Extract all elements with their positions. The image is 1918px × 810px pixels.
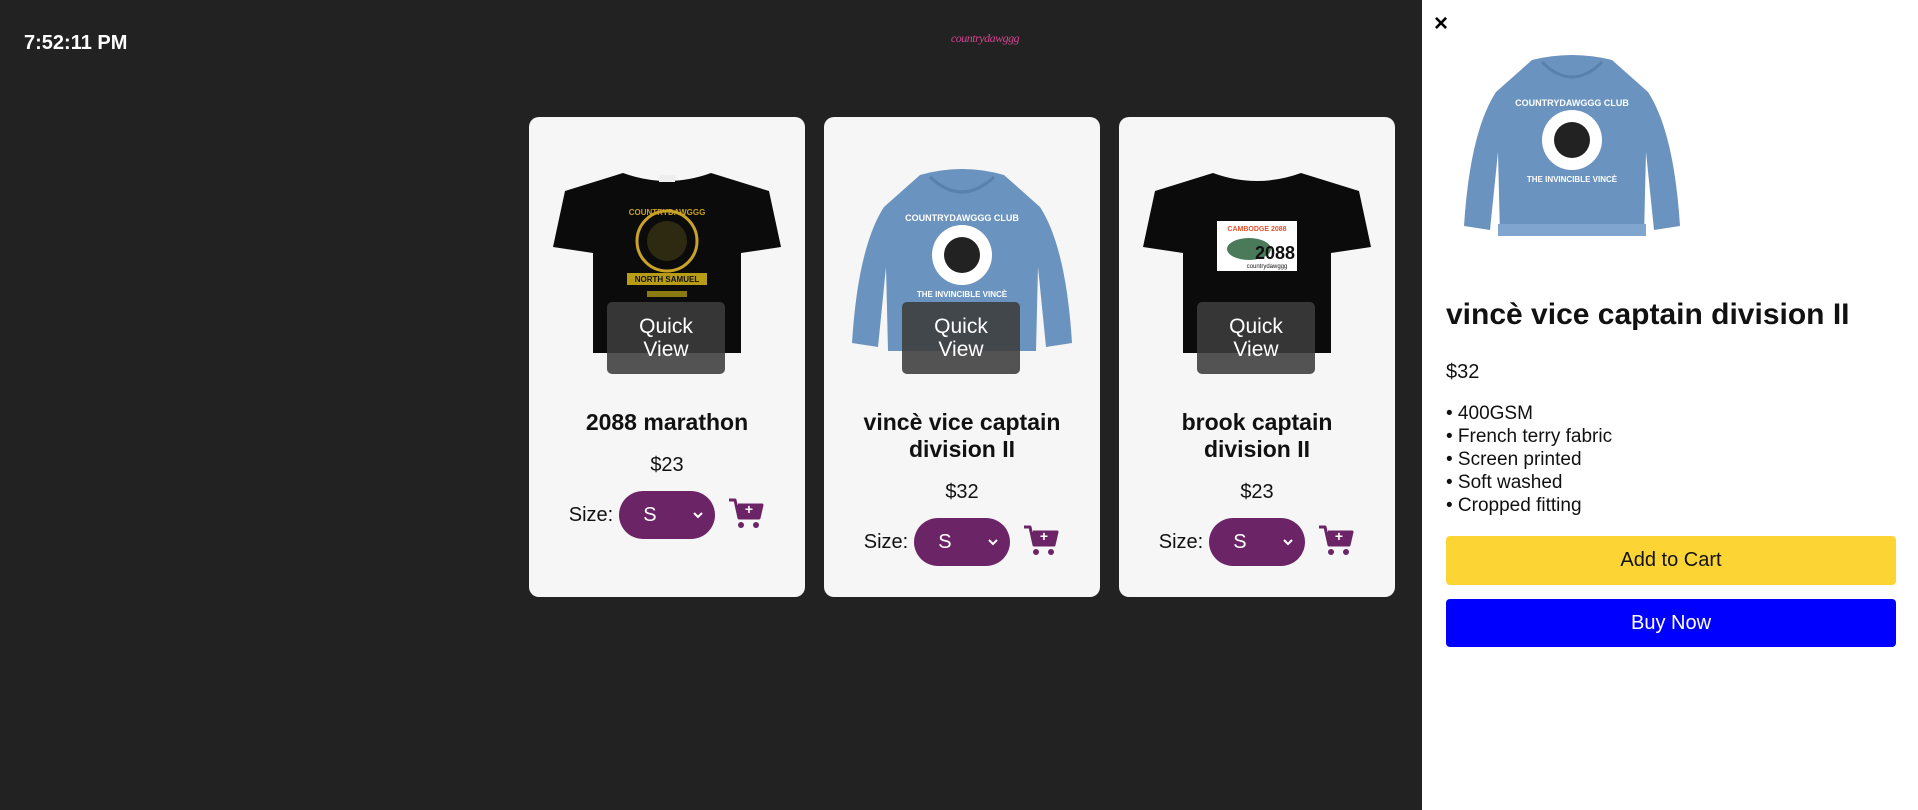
panel-product-title: vincè vice captain division II (1446, 298, 1850, 331)
product-price: $23 (1240, 481, 1274, 503)
product-info: 2088 marathon $23 Size: S + (529, 409, 805, 539)
size-select[interactable]: S (1209, 518, 1306, 566)
quick-view-panel: × COUNTRYDAWGGG CLUB THE INVINCIBLE VINC… (1422, 0, 1918, 810)
chevron-down-icon (1283, 539, 1293, 546)
product-price: $23 (650, 454, 684, 476)
quick-view-button[interactable]: Quick View (902, 302, 1020, 374)
buy-now-button[interactable]: Buy Now (1446, 599, 1896, 647)
quick-view-button[interactable]: Quick View (1197, 302, 1315, 374)
svg-text:COUNTRYDAWGGG: COUNTRYDAWGGG (629, 208, 706, 217)
svg-text:+: + (745, 501, 753, 517)
size-select[interactable]: S (914, 518, 1011, 566)
size-value: S (643, 503, 657, 526)
feature-item: • Soft washed (1446, 472, 1563, 493)
svg-text:NORTH SAMUEL: NORTH SAMUEL (635, 275, 700, 284)
chevron-down-icon (988, 539, 998, 546)
svg-text:countrydawggg: countrydawggg (1247, 264, 1288, 270)
svg-text:+: + (1335, 528, 1343, 544)
svg-text:COUNTRYDAWGGG CLUB: COUNTRYDAWGGG CLUB (1515, 98, 1629, 108)
feature-item: • Cropped fitting (1446, 495, 1582, 516)
chevron-down-icon (693, 512, 703, 519)
size-select[interactable]: S (619, 491, 716, 539)
product-image-blue-hoodie: COUNTRYDAWGGG CLUB THE INVINCIBLE VINCÈ (1464, 55, 1680, 236)
add-to-cart-button[interactable]: Add to Cart (1446, 536, 1896, 585)
product-grid: COUNTRYDAWGGG NORTH SAMUEL Quick View 20… (529, 117, 1395, 597)
feature-item: • French terry fabric (1446, 426, 1613, 447)
svg-text:2088: 2088 (1255, 243, 1295, 263)
product-name: vincè vice captain division II (863, 409, 1061, 462)
svg-text:THE INVINCIBLE VINCÈ: THE INVINCIBLE VINCÈ (917, 290, 1008, 299)
close-icon[interactable]: × (1434, 12, 1448, 36)
product-card: CAMBODGE 2088 2088 countrydawggg Quick V… (1119, 117, 1395, 597)
size-value: S (938, 530, 952, 553)
storefront-page: 7:52:11 PM countrydawggg COUNTRYDAWGGG N… (0, 0, 1918, 810)
size-row: Size: S + (1159, 518, 1355, 566)
size-label: Size: (863, 530, 909, 553)
size-row: Size: S + (569, 491, 765, 539)
svg-text:+: + (1040, 528, 1048, 544)
clock: 7:52:11 PM (24, 32, 128, 54)
product-name: brook captain division II (1181, 409, 1333, 462)
product-name: 2088 marathon (585, 409, 749, 435)
product-info: vincè vice captain division II $32 Size:… (824, 409, 1100, 566)
feature-item: • Screen printed (1446, 449, 1582, 470)
add-to-cart-icon[interactable]: + (727, 494, 765, 532)
product-info: brook captain division II $23 Size: S + (1119, 409, 1395, 566)
feature-list: • 400GSM • French terry fabric • Screen … (1446, 402, 1612, 517)
size-label: Size: (568, 503, 614, 526)
product-card: COUNTRYDAWGGG CLUB THE INVINCIBLE VINCÈ … (824, 117, 1100, 597)
svg-text:countrydawggg: countrydawggg (951, 31, 1020, 45)
quick-view-button[interactable]: Quick View (607, 302, 725, 374)
size-value: S (1233, 530, 1247, 553)
add-to-cart-icon[interactable]: + (1022, 521, 1060, 559)
add-to-cart-icon[interactable]: + (1317, 521, 1355, 559)
product-card: COUNTRYDAWGGG NORTH SAMUEL Quick View 20… (529, 117, 805, 597)
panel-product-price: $32 (1446, 361, 1480, 383)
size-label: Size: (1158, 530, 1204, 553)
svg-text:COUNTRYDAWGGG CLUB: COUNTRYDAWGGG CLUB (905, 213, 1019, 223)
product-price: $32 (945, 481, 979, 503)
svg-text:CAMBODGE 2088: CAMBODGE 2088 (1227, 226, 1286, 233)
brand-logo[interactable]: countrydawggg (944, 30, 1026, 46)
size-row: Size: S + (864, 518, 1060, 566)
feature-item: • 400GSM (1446, 403, 1533, 424)
svg-text:THE INVINCIBLE VINCÈ: THE INVINCIBLE VINCÈ (1527, 175, 1618, 184)
